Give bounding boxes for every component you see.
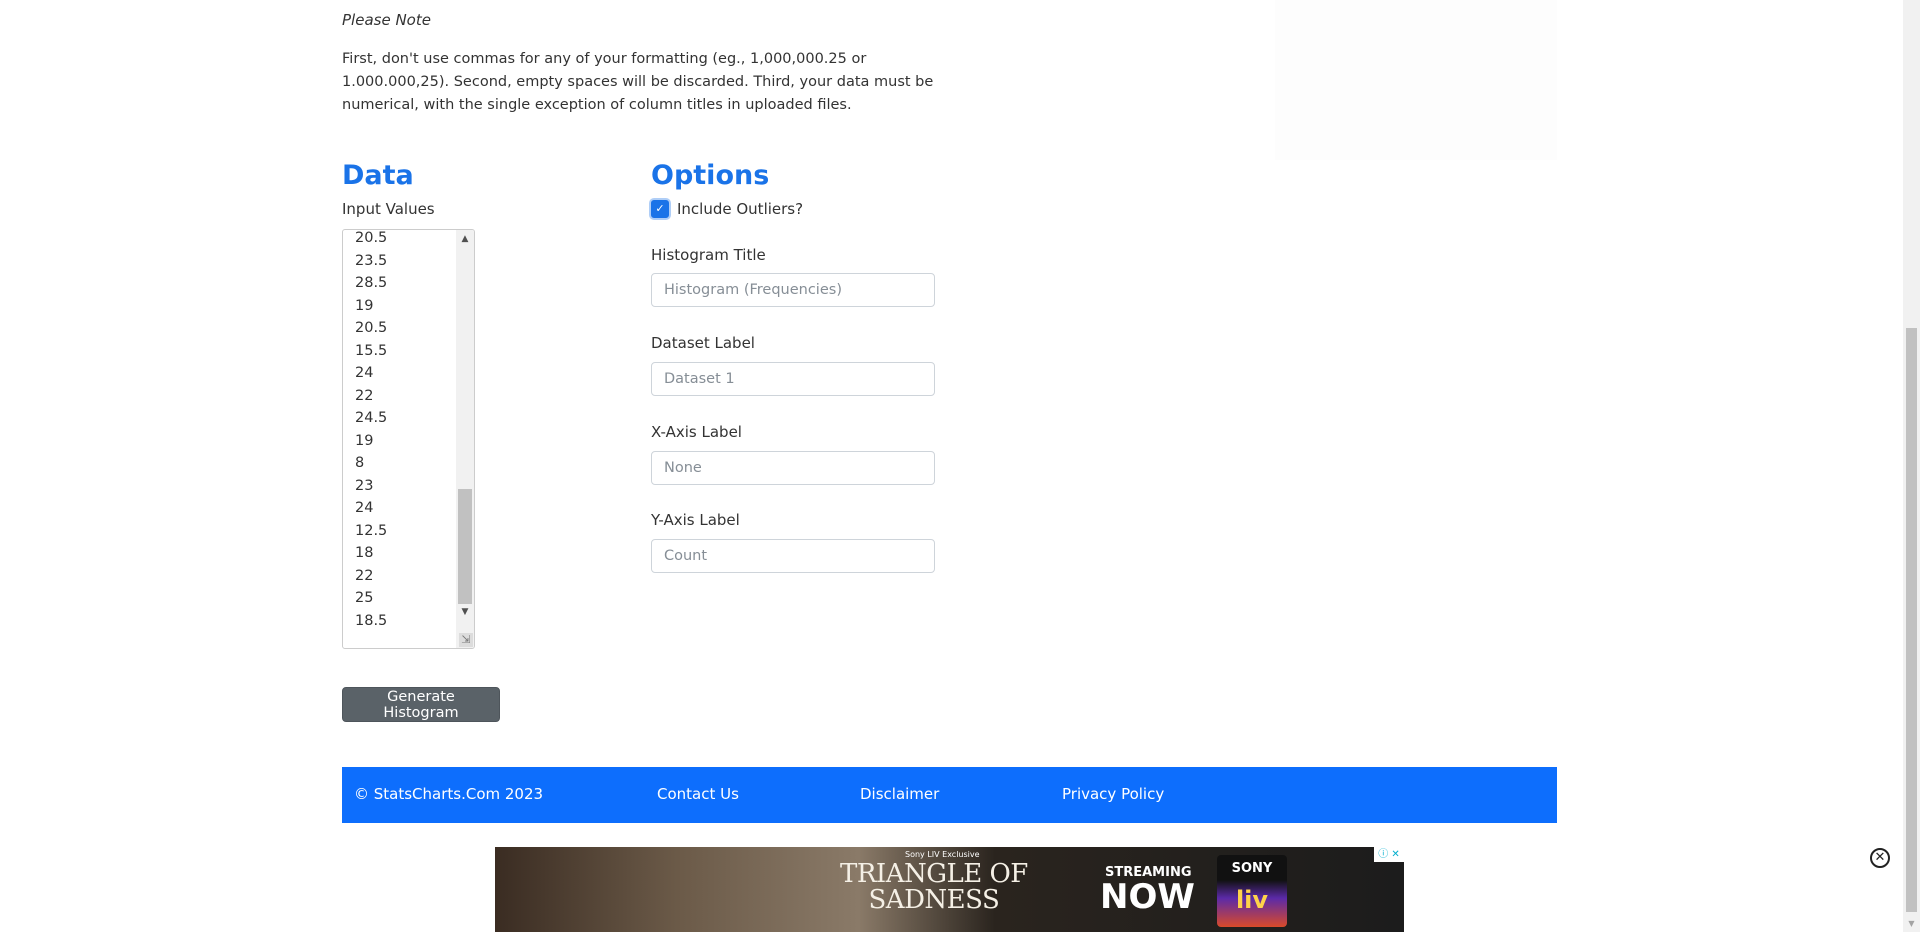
input-value-line: 23: [355, 477, 374, 494]
ad-exclusive-text: Sony LIV Exclusive: [905, 850, 980, 859]
scroll-up-arrow-icon[interactable]: ▲: [456, 230, 474, 248]
close-circle-icon[interactable]: ✕: [1870, 848, 1890, 868]
input-values-label: Input Values: [342, 200, 435, 218]
note-body: First, don't use commas for any of your …: [342, 51, 934, 113]
input-value-line: 24: [355, 365, 374, 381]
page-scrollbar[interactable]: ▼: [1903, 0, 1920, 932]
ad-film-line1: TRIANGLE OF: [840, 859, 1028, 889]
side-ad-placeholder: [1275, 0, 1557, 160]
input-value-line: 18: [355, 545, 374, 561]
input-value-line: 19: [355, 297, 374, 314]
input-value-line: 20.5: [355, 320, 388, 336]
dataset-label-input[interactable]: [651, 362, 935, 396]
page-scroll-down-arrow-icon[interactable]: ▼: [1903, 915, 1920, 932]
include-outliers-checkbox[interactable]: ✓: [651, 200, 669, 218]
dataset-label-label: Dataset Label: [651, 334, 755, 352]
input-value-line: 28.5: [355, 275, 388, 291]
y-axis-label-label: Y-Axis Label: [651, 511, 740, 529]
include-outliers-row[interactable]: ✓ Include Outliers?: [651, 200, 803, 218]
input-value-line: 20.5: [355, 230, 388, 246]
ad-now-text: NOW: [1100, 877, 1195, 917]
page-scroll-thumb[interactable]: [1906, 328, 1917, 912]
x-axis-label-label: X-Axis Label: [651, 423, 742, 441]
footer-privacy-link[interactable]: Privacy Policy: [1062, 785, 1164, 803]
input-value-line: 23.5: [355, 252, 388, 269]
y-axis-label-input[interactable]: [651, 539, 935, 573]
input-value-line: 25: [355, 590, 374, 606]
histogram-title-input[interactable]: [651, 273, 935, 307]
ad-sony-text: SONY: [1231, 861, 1273, 876]
ad-film-title: TRIANGLE OF SADNESS: [840, 861, 1028, 913]
scroll-down-arrow-icon[interactable]: ▼: [456, 603, 474, 621]
data-section-title: Data: [342, 160, 414, 191]
input-value-line: 22: [355, 387, 374, 404]
input-value-line: 19: [355, 432, 374, 449]
ad-info-close-box[interactable]: ⓘ ✕: [1374, 847, 1404, 862]
input-values-textarea[interactable]: 20.5 23.5 28.5 19 20.5 15.5 24 22 24.5 19 8 23 24 12.…: [342, 229, 475, 649]
input-value-line: 24: [355, 500, 374, 516]
page: Please Note First, don't use commas for …: [0, 0, 1920, 932]
ad-liv-text: liv: [1235, 886, 1269, 914]
include-outliers-label: Include Outliers?: [677, 200, 804, 218]
input-value-line: 15.5: [355, 342, 388, 359]
input-value-line: 24.5: [355, 410, 388, 426]
resize-grip-icon[interactable]: ⇲: [459, 633, 473, 647]
ad-sony-liv-logo: SONY liv: [1217, 855, 1287, 927]
textarea-scroll-thumb[interactable]: [458, 489, 472, 604]
input-value-line: 12.5: [355, 522, 388, 539]
footer-copyright: © StatsCharts.Com 2023: [354, 785, 544, 803]
note-title: Please Note: [342, 11, 431, 29]
histogram-title-label: Histogram Title: [651, 246, 766, 264]
close-icon[interactable]: ✕: [1391, 849, 1399, 860]
input-value-line: 22: [355, 567, 374, 584]
footer-contact-link[interactable]: Contact Us: [657, 785, 739, 803]
footer-disclaimer-link[interactable]: Disclaimer: [860, 785, 939, 803]
options-section-title: Options: [651, 160, 770, 191]
textarea-scrollbar[interactable]: ▲ ▼: [456, 230, 474, 648]
x-axis-label-input[interactable]: [651, 451, 935, 485]
input-value-line: 8: [355, 455, 365, 471]
input-value-line: 18.5: [355, 612, 388, 629]
generate-histogram-button[interactable]: Generate Histogram: [342, 687, 500, 722]
footer: © StatsCharts.Com 2023 Contact Us Discla…: [342, 767, 1557, 823]
ad-film-line2: SADNESS: [868, 885, 1000, 915]
info-icon[interactable]: ⓘ: [1378, 849, 1388, 860]
textarea-values: 20.5 23.5 28.5 19 20.5 15.5 24 22 24.5 19 8 23 24 12.…: [355, 230, 388, 632]
bottom-banner-ad[interactable]: Sony LIV Exclusive TRIANGLE OF SADNESS S…: [495, 847, 1404, 932]
